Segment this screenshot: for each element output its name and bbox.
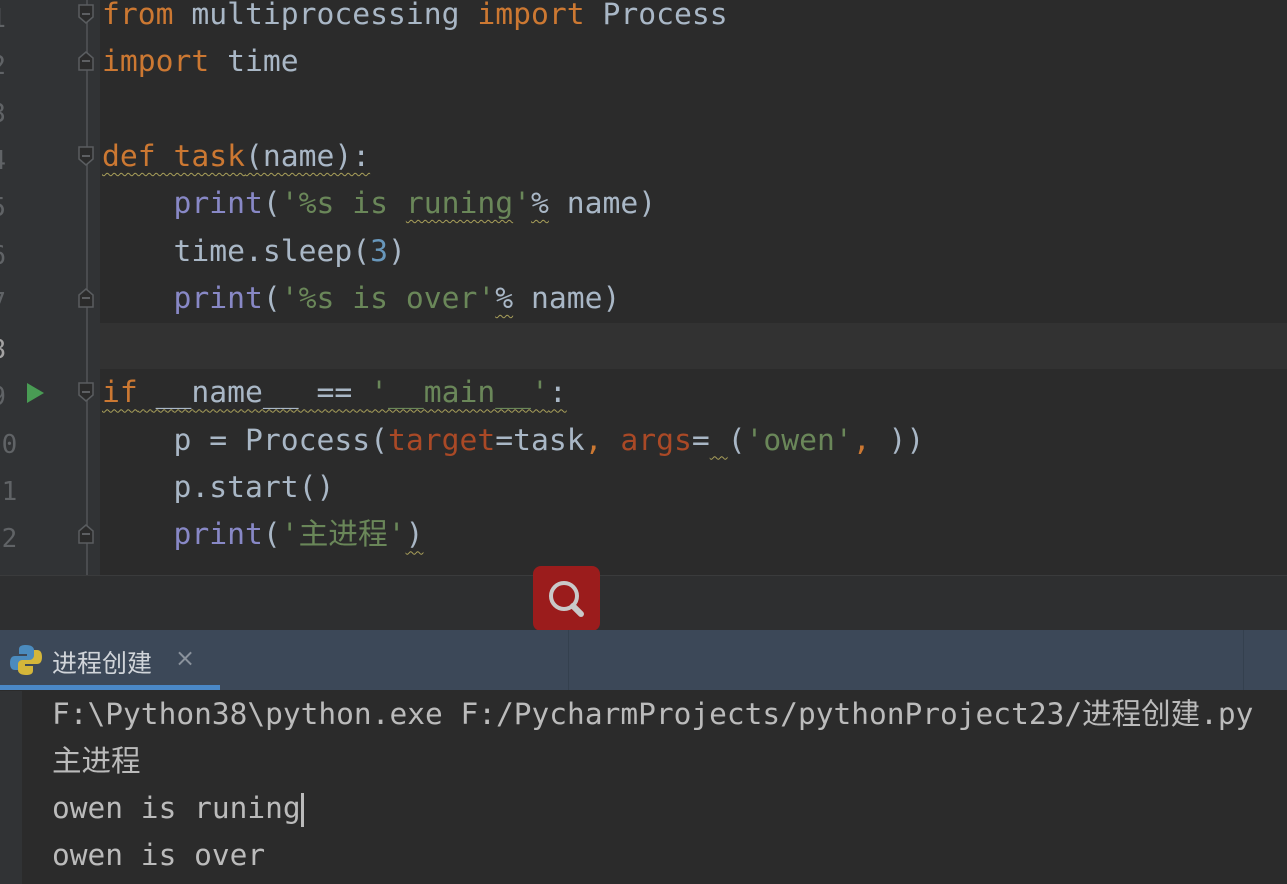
code-token: __name__ == <box>137 375 371 411</box>
console-output-line: owen is runing <box>52 785 304 832</box>
console-gutter <box>0 691 22 884</box>
code-token: % <box>531 186 549 222</box>
code-token: print <box>173 280 263 316</box>
line-number: 9 <box>0 374 6 421</box>
line-number: 7 <box>0 280 6 327</box>
code-line: time.sleep(3) <box>102 233 406 284</box>
code-line: print('%s is over'% name) <box>102 280 621 331</box>
line-number: 4 <box>0 138 6 185</box>
code-token: import <box>477 0 585 32</box>
code-token: name) <box>513 280 621 316</box>
line-number: 3 <box>0 91 6 138</box>
code-token: runing <box>405 186 514 222</box>
python-icon <box>10 645 42 675</box>
code-token: ' <box>513 186 531 222</box>
line-number: 1 <box>0 0 6 43</box>
code-token: % <box>495 280 514 316</box>
code-token: ( <box>727 422 746 458</box>
code-token: ( <box>262 517 281 553</box>
run-tab-bar: 进程创建 × <box>0 630 1287 691</box>
fold-icon[interactable] <box>77 287 95 308</box>
line-number: 11 <box>0 477 18 507</box>
code-token: (name): <box>245 138 371 174</box>
code-token: target <box>387 422 496 458</box>
console-output-line: 主进程 <box>52 744 141 778</box>
code-token: )) <box>888 422 925 458</box>
line-number: 2 <box>0 43 6 90</box>
code-token: '%s is over' <box>280 280 496 316</box>
code-token: Process <box>584 0 728 32</box>
active-tab-indicator <box>0 685 220 690</box>
code-token: =task <box>495 422 585 458</box>
code-token: , <box>584 422 621 458</box>
code-token: : <box>548 375 567 411</box>
line-number: 6 <box>0 233 6 280</box>
editor-status-strip <box>0 575 1287 631</box>
fold-icon[interactable] <box>77 4 95 24</box>
line-number: 12 <box>0 524 18 555</box>
code-line: import time <box>102 47 299 94</box>
code-line: p = Process(target=task, args= ('owen', … <box>102 422 925 473</box>
code-token: print <box>173 186 263 222</box>
fold-icon[interactable] <box>77 51 95 72</box>
code-token: p.start() <box>102 470 335 505</box>
divider <box>1243 630 1244 690</box>
code-token: ) <box>387 233 406 269</box>
code-token: print <box>173 517 263 553</box>
code-line: if __name__ == '__main__': <box>102 378 567 425</box>
run-tab-label: 进程创建 <box>52 649 153 678</box>
text-caret <box>300 792 304 827</box>
code-token: ( <box>262 186 281 222</box>
run-tab[interactable]: 进程创建 × <box>0 630 220 690</box>
code-token: time <box>209 44 299 80</box>
code-line: print('主进程') <box>102 517 424 567</box>
code-token: def task <box>102 138 245 174</box>
run-console[interactable]: F:\Python38\python.exe F:/PycharmProject… <box>0 691 1287 884</box>
run-icon[interactable] <box>27 383 44 403</box>
code-token: ( <box>262 280 281 316</box>
code-token: args <box>620 422 692 458</box>
search-icon <box>549 581 584 617</box>
code-line: from multiprocessing import Process <box>102 0 728 47</box>
code-token: '__main__' <box>370 375 549 411</box>
code-token: 3 <box>370 233 388 269</box>
line-number: 8 <box>0 327 6 374</box>
code-line: p.start() <box>102 473 334 520</box>
code-token: p = Process( <box>102 422 388 458</box>
code-token: = <box>691 422 710 458</box>
code-token: 'owen' <box>745 422 853 458</box>
code-token: '%s is <box>280 186 406 222</box>
code-token: , <box>852 422 889 458</box>
code-token: import <box>102 44 210 80</box>
code-token: if <box>102 375 138 411</box>
code-token: name) <box>548 186 657 222</box>
line-number: 10 <box>0 429 18 460</box>
fold-icon[interactable] <box>77 382 95 403</box>
code-line: print('%s is runing'% name) <box>102 186 657 236</box>
close-icon[interactable]: × <box>175 644 195 672</box>
code-token: multiprocessing <box>173 0 478 32</box>
console-output-text: owen is runing <box>52 791 301 825</box>
code-editor[interactable]: 123456789101112 from multiprocessing imp… <box>0 0 1287 575</box>
fold-icon[interactable] <box>77 146 95 166</box>
divider <box>568 630 569 690</box>
code-token: '主进程' <box>280 517 406 553</box>
code-token: from <box>102 0 174 32</box>
code-line: def task(name): <box>102 138 371 189</box>
line-number: 5 <box>0 185 6 232</box>
console-command-line: F:\Python38\python.exe F:/PycharmProject… <box>52 697 1254 731</box>
code-token: time.sleep( <box>102 233 371 269</box>
fold-icon[interactable] <box>77 524 95 545</box>
search-button[interactable] <box>533 566 600 631</box>
console-output-line: owen is over <box>52 838 266 872</box>
code-token: ) <box>405 517 424 553</box>
